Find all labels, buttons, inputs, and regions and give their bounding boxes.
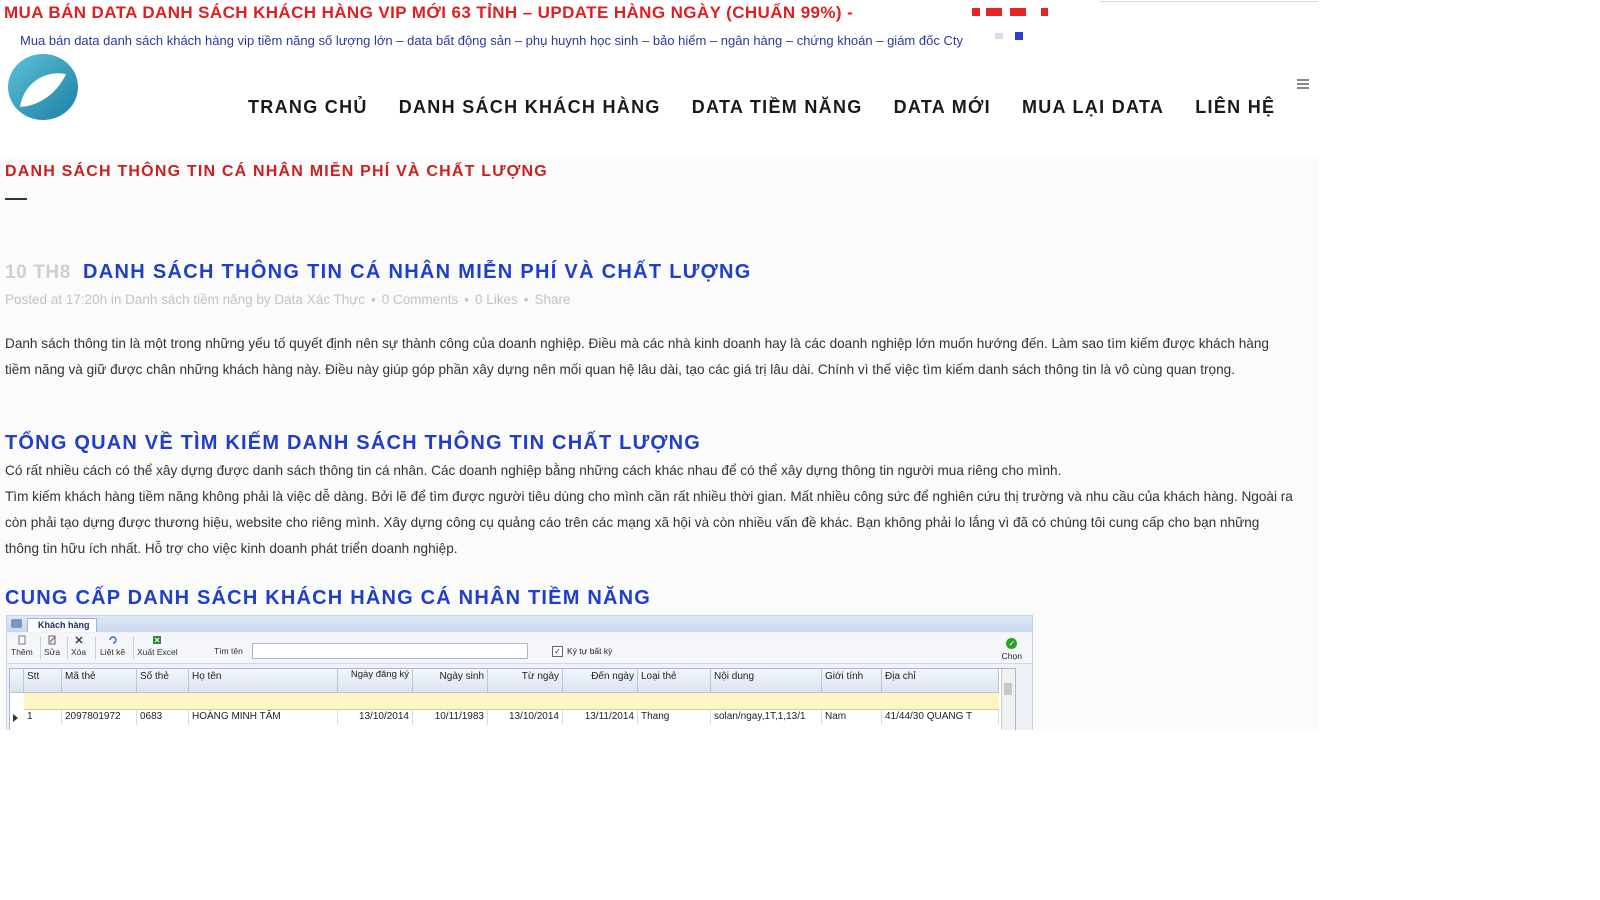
column-header: Đến ngày	[563, 669, 638, 693]
post-title[interactable]: DANH SÁCH THÔNG TIN CÁ NHÂN MIỄN PHÍ VÀ …	[83, 261, 752, 284]
edit-icon	[48, 635, 56, 645]
column-header: Giới tính	[822, 669, 882, 693]
nav-data-tiem-nang[interactable]: DATA TIỀM NĂNG	[692, 97, 863, 118]
paragraph-line: Có rất nhiều cách có thể xây dựng được d…	[5, 463, 1062, 478]
post-meta: Posted at 17:20h in Danh sách tiềm năng …	[5, 292, 571, 307]
column-header: Loại thẻ	[638, 669, 711, 693]
checkbox: ✓	[552, 646, 563, 657]
check-icon: ✓	[1006, 638, 1018, 649]
table-cell: Thang	[638, 709, 711, 725]
new-file-icon	[18, 635, 26, 645]
title-divider	[5, 198, 27, 200]
table-cell: 2097801972	[62, 709, 137, 725]
nav-mua-lai-data[interactable]: MUA LẠI DATA	[1022, 97, 1164, 118]
site-tagline: Mua bán data danh sách khách hàng vip ti…	[20, 33, 963, 48]
intro-paragraph: Danh sách thông tin là một trong những y…	[5, 336, 1269, 377]
list-button: Liệt kê	[100, 635, 125, 657]
table-cell: 13/10/2014	[338, 709, 413, 725]
close-icon	[75, 636, 83, 644]
table-cell: 41/44/30 QUANG T	[882, 709, 999, 725]
flag-icon	[1015, 32, 1023, 40]
paragraph-line: Tìm kiếm khách hàng tiềm năng không phải…	[5, 489, 1293, 556]
toolbar-label: Liệt kê	[100, 647, 126, 657]
table-cell: 10/11/1983	[413, 709, 488, 725]
site-banner-title[interactable]: MUA BÁN DATA DANH SÁCH KHÁCH HÀNG VIP MỚ…	[4, 3, 853, 23]
toolbar-label: Xuất Excel	[137, 647, 178, 657]
nav-trang-chu[interactable]: TRANG CHỦ	[248, 97, 368, 118]
column-header: Stt	[24, 669, 62, 693]
add-button: Thêm	[11, 635, 33, 657]
comments-link[interactable]: 0 Comments	[382, 292, 459, 307]
section-heading: TỔNG QUAN VỀ TÌM KIẾM DANH SÁCH THÔNG TI…	[5, 432, 702, 454]
section-heading: CUNG CẤP DANH SÁCH KHÁCH HÀNG CÁ NHÂN TI…	[5, 587, 652, 609]
column-header: Nội dung	[711, 669, 822, 693]
page-title: DANH SÁCH THÔNG TIN CÁ NHÂN MIỄN PHÍ VÀ …	[5, 163, 548, 180]
table-cell: Nam	[822, 709, 882, 725]
choose-button: ✓ Chọn	[1002, 638, 1022, 661]
toolbar-label: Thêm	[11, 647, 33, 657]
divider	[1100, 1, 1318, 2]
row-header	[10, 669, 24, 693]
flag-icon	[995, 33, 1003, 39]
toolbar-label: Sửa	[44, 647, 61, 657]
nav-danh-sach-khach-hang[interactable]: DANH SÁCH KHÁCH HÀNG	[399, 97, 661, 118]
table-cell: solan/ngay,1T,1,13/1	[711, 709, 822, 725]
refresh-icon	[108, 636, 117, 644]
column-header: Địa chỉ	[882, 669, 999, 693]
column-header: Họ tên	[189, 669, 338, 693]
search-label: Tìm tên	[214, 646, 243, 656]
search-input	[252, 643, 528, 659]
data-grid: Stt Mã thẻ Số thẻ Họ tên Ngày đăng ký Ng…	[9, 668, 1016, 730]
column-header: Ngày sinh	[413, 669, 488, 693]
hamburger-icon[interactable]	[1297, 79, 1309, 89]
filter-row	[24, 693, 999, 710]
tab-khach-hang: Khách hàng	[27, 618, 97, 632]
column-header: Từ ngày	[488, 669, 563, 693]
post-meta-posted[interactable]: Posted at 17:20h in Danh sách tiềm năng …	[5, 292, 365, 307]
post-date: 10 TH8	[5, 262, 71, 283]
section-paragraph: Có rất nhiều cách có thể xây dựng được d…	[5, 458, 1295, 562]
table-cell: 13/10/2014	[488, 709, 563, 725]
current-row-icon	[13, 714, 18, 722]
table-cell: HOÀNG MINH TÂM	[189, 709, 338, 725]
scrollbar	[1001, 669, 1015, 730]
delete-button: Xóa	[71, 635, 86, 657]
column-header: Mã thẻ	[62, 669, 137, 693]
software-screenshot: Khách hàng Thêm Sửa Xóa Liệt kê Xuất Exc…	[6, 615, 1033, 730]
export-excel-button: Xuất Excel	[137, 635, 178, 657]
edit-button: Sửa	[44, 635, 60, 657]
logo-icon[interactable]	[6, 52, 80, 122]
toolbar-label: Chọn	[1001, 651, 1022, 661]
nav-lien-he[interactable]: LIÊN HỆ	[1195, 97, 1275, 118]
window-icon	[11, 619, 22, 628]
toolbar-label: Xóa	[71, 647, 87, 657]
excel-icon	[153, 636, 162, 644]
web-page: MUA BÁN DATA DANH SÁCH KHÁCH HÀNG VIP MỚ…	[0, 0, 1318, 730]
likes-link[interactable]: 0 Likes	[475, 292, 518, 307]
column-header: Ngày đăng ký	[338, 669, 413, 693]
nav-data-moi[interactable]: DATA MỚI	[894, 97, 991, 118]
share-link[interactable]: Share	[535, 292, 571, 307]
column-header: Số thẻ	[137, 669, 189, 693]
main-nav: TRANG CHỦ DANH SÁCH KHÁCH HÀNG DATA TIỀM N…	[248, 97, 1306, 118]
table-cell: 13/11/2014	[563, 709, 638, 725]
tab-bar: Khách hàng	[7, 616, 1032, 632]
table-cell: 1	[24, 709, 62, 725]
table-cell: 0683	[137, 709, 189, 725]
checkbox-label: Ký tự bất kỳ	[567, 646, 613, 656]
